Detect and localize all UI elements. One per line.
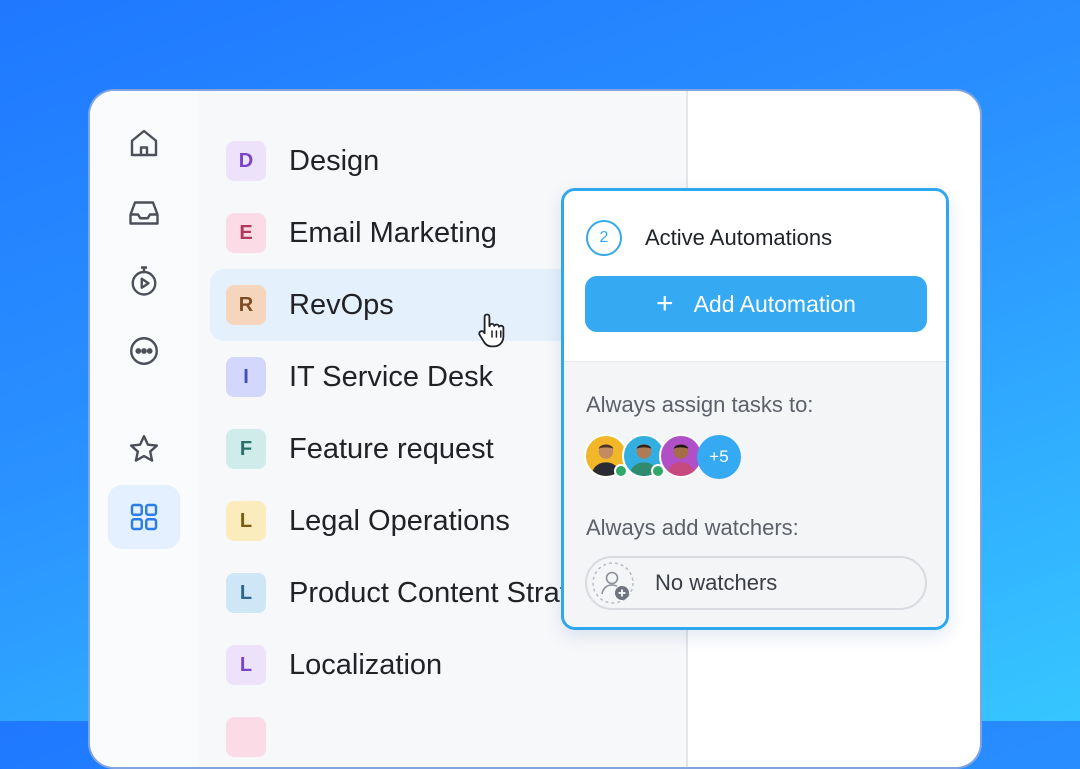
home-icon[interactable] [108,111,180,175]
watchers-field[interactable]: No watchers [585,556,927,610]
space-label: Legal Operations [289,504,510,537]
more-assignees-badge[interactable]: +5 [697,435,741,479]
space-badge: R [226,285,266,325]
space-badge: L [226,573,266,613]
watchers-label: Always add watchers: [586,515,799,540]
more-icon[interactable] [108,319,180,383]
icon-sidebar [90,91,199,767]
space-badge: E [226,213,266,253]
popover-title: Active Automations [645,225,833,250]
assignee-avatars[interactable]: +5 [584,434,784,480]
space-item-localization[interactable]: L Localization [210,629,680,701]
hand-cursor-icon [478,313,505,348]
star-icon[interactable] [108,417,180,481]
add-automation-button[interactable]: + Add Automation [585,276,927,332]
space-item-design[interactable]: D Design [210,125,680,197]
space-item-partial[interactable] [210,701,680,767]
space-badge: L [226,645,266,685]
space-label: Email Marketing [289,216,497,249]
add-automation-label: Add Automation [693,290,856,317]
popover-body: Always assign tasks to: +5 Always add wa… [564,361,946,627]
space-label: Localization [289,648,443,681]
spaces-grid-icon[interactable] [108,485,180,549]
space-badge: D [226,141,266,181]
space-label: RevOps [289,288,394,321]
space-badge [226,717,266,757]
timer-icon[interactable] [108,249,180,313]
space-badge: I [226,357,266,397]
inbox-icon[interactable] [108,181,180,245]
assign-label: Always assign tasks to: [586,392,814,417]
plus-icon: + [656,287,674,320]
space-label: Design [289,144,380,177]
space-label: Feature request [289,432,494,465]
space-badge: F [226,429,266,469]
automations-popover: 2 Active Automations + Add Automation Al… [561,188,949,630]
add-watcher-icon [591,561,635,605]
automation-count-badge: 2 [586,220,622,256]
space-label: IT Service Desk [289,360,494,393]
space-badge: L [226,501,266,541]
watchers-value: No watchers [655,570,778,595]
popover-header: 2 Active Automations + Add Automation [564,191,946,361]
